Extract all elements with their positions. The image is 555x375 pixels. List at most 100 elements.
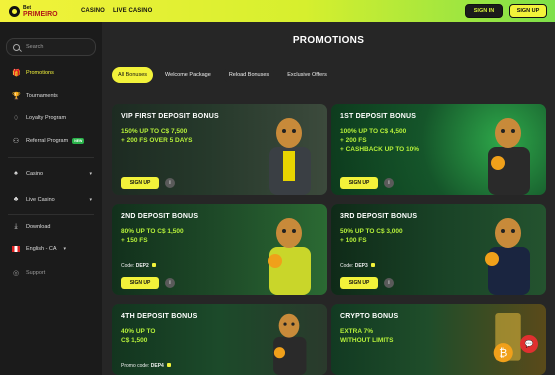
card-title: 3RD DEPOSIT BONUS xyxy=(340,213,418,220)
tab-all-bonuses[interactable]: All Bonuses xyxy=(112,67,154,83)
promo-code-label: Code: xyxy=(121,263,135,269)
sign-up-button[interactable]: SIGN UP xyxy=(509,4,547,18)
jaguar-mascot-image xyxy=(269,118,311,195)
svg-text:₿: ₿ xyxy=(499,347,507,360)
card-offer-line: WITHOUT LIMITS xyxy=(340,337,394,344)
promo-card-first-deposit: 1ST DEPOSIT BONUS 100% UP TO C$ 4,500 + … xyxy=(331,104,546,195)
info-icon[interactable]: i xyxy=(165,178,175,188)
chat-icon[interactable]: 💬 xyxy=(520,335,538,353)
card-offer-line: + 100 FS xyxy=(340,237,367,244)
tab-exclusive-offers[interactable]: Exclusive Offers xyxy=(281,67,333,83)
copy-icon[interactable] xyxy=(370,263,375,267)
promo-code-label: Code: xyxy=(340,263,354,269)
logo-text-bottom: PRIMEIRO xyxy=(23,10,58,18)
canada-flag-icon xyxy=(12,246,20,252)
download-icon: ⤓ xyxy=(14,223,18,230)
search-input[interactable]: Search xyxy=(6,38,96,56)
copy-icon[interactable] xyxy=(166,363,171,367)
sidebar-item-label: Casino xyxy=(26,170,44,177)
sidebar-item-referral[interactable]: ⚇ Referral Program NEW xyxy=(12,137,92,145)
trophy-icon: 🏆 xyxy=(12,93,21,100)
card-offer-line: 80% UP TO C$ 1,500 xyxy=(121,228,184,235)
nav-live-casino[interactable]: LIVE CASINO xyxy=(113,8,152,14)
promo-code-value: DEP2 xyxy=(135,263,149,269)
chevron-down-icon: ▾ xyxy=(89,196,92,203)
top-nav: CASINO LIVE CASINO xyxy=(81,8,152,14)
tab-reload-bonuses[interactable]: Reload Bonuses xyxy=(222,67,276,83)
card-offer-line: + CASHBACK UP TO 10% xyxy=(340,146,420,153)
card-sign-up-button[interactable]: SIGN UP xyxy=(121,277,159,289)
card-title: CRYPTO BONUS xyxy=(340,313,399,320)
sidebar-item-support[interactable]: ◎ Support xyxy=(12,269,92,277)
card-title: 1ST DEPOSIT BONUS xyxy=(340,113,417,120)
sidebar: Search 🎁 Promotions 🏆 Tournaments ♢ Loya… xyxy=(0,22,102,375)
card-sign-up-button[interactable]: SIGN UP xyxy=(340,177,378,189)
sidebar-item-live-casino[interactable]: ♣ Live Casino ▾ xyxy=(12,196,92,203)
promo-code-label: Promo code: xyxy=(121,363,150,369)
sidebar-item-label: Live Casino xyxy=(26,196,55,203)
card-title: VIP FIRST DEPOSIT BONUS xyxy=(121,113,219,120)
card-offer-line: 50% UP TO C$ 3,000 xyxy=(340,228,403,235)
promo-code: Code: DEP2 xyxy=(121,263,156,269)
top-bar: Bet PRIMEIRO CASINO LIVE CASINO SIGN IN … xyxy=(0,0,555,22)
chevron-down-icon: ▾ xyxy=(63,246,66,252)
card-sign-up-button[interactable]: SIGN UP xyxy=(121,177,159,189)
jaguar-mascot-image xyxy=(488,118,530,195)
sidebar-item-promotions[interactable]: 🎁 Promotions xyxy=(12,69,92,77)
copy-icon[interactable] xyxy=(151,263,156,267)
logo-mark-icon xyxy=(9,5,20,17)
main-content: PROMOTIONS All Bonuses Welcome Package R… xyxy=(102,22,555,375)
sidebar-divider xyxy=(8,214,94,215)
card-offer-line: 40% UP TO xyxy=(121,328,156,335)
sidebar-item-label: English - CA xyxy=(26,246,57,252)
info-icon[interactable]: i xyxy=(165,278,175,288)
info-icon[interactable]: i xyxy=(384,178,394,188)
info-icon[interactable]: i xyxy=(384,278,394,288)
sidebar-item-label: Promotions xyxy=(26,70,54,76)
sidebar-item-label: Loyalty Program xyxy=(26,115,67,121)
promo-code: Code: DEP3 xyxy=(340,263,375,269)
chevron-down-icon: ▾ xyxy=(89,170,92,177)
card-offer-line: 100% UP TO C$ 4,500 xyxy=(340,128,407,135)
casino-icon: ♠ xyxy=(14,170,18,177)
promo-code: Promo code: DEP4 xyxy=(121,363,171,369)
sidebar-item-label: Referral Program xyxy=(26,138,69,144)
sidebar-item-casino[interactable]: ♠ Casino ▾ xyxy=(12,170,92,177)
gift-icon: 🎁 xyxy=(12,70,21,77)
sidebar-item-tournaments[interactable]: 🏆 Tournaments xyxy=(12,92,92,100)
promo-code-value: DEP3 xyxy=(354,263,368,269)
tab-welcome-package[interactable]: Welcome Package xyxy=(159,67,217,83)
promo-card-fourth-deposit: 4TH DEPOSIT BONUS 40% UP TO C$ 1,500 Pro… xyxy=(112,304,327,375)
nav-casino[interactable]: CASINO xyxy=(81,8,105,14)
page-title: PROMOTIONS xyxy=(292,35,365,46)
sign-in-button[interactable]: SIGN IN xyxy=(465,4,503,18)
promo-card-second-deposit: 2ND DEPOSIT BONUS 80% UP TO C$ 1,500 + 1… xyxy=(112,204,327,295)
promo-tabs: All Bonuses Welcome Package Reload Bonus… xyxy=(112,67,333,83)
sidebar-divider xyxy=(8,157,94,158)
card-offer-line: + 200 FS OVER 5 DAYS xyxy=(121,137,193,144)
promo-card-third-deposit: 3RD DEPOSIT BONUS 50% UP TO C$ 3,000 + 1… xyxy=(331,204,546,295)
promo-card-vip-first-deposit: VIP FIRST DEPOSIT BONUS 150% UP TO C$ 7,… xyxy=(112,104,327,195)
sidebar-item-label: Support xyxy=(26,270,46,276)
sidebar-item-download[interactable]: ⤓ Download xyxy=(12,223,92,231)
card-offer-line: 150% UP TO C$ 7,500 xyxy=(121,128,188,135)
language-selector[interactable]: English - CA ▾ xyxy=(12,246,92,252)
promo-code-value: DEP4 xyxy=(150,363,164,369)
sidebar-item-loyalty[interactable]: ♢ Loyalty Program xyxy=(12,114,92,122)
brand-logo[interactable]: Bet PRIMEIRO xyxy=(9,5,67,18)
search-placeholder: Search xyxy=(26,44,44,50)
jaguar-mascot-image xyxy=(485,218,530,295)
live-casino-icon: ♣ xyxy=(13,196,19,203)
jaguar-mascot-image xyxy=(273,313,307,375)
referral-icon: ⚇ xyxy=(12,138,20,145)
search-icon xyxy=(13,43,20,51)
card-sign-up-button[interactable]: SIGN UP xyxy=(340,277,378,289)
support-icon: ◎ xyxy=(12,270,20,277)
card-offer-line: C$ 1,500 xyxy=(121,337,148,344)
loyalty-icon: ♢ xyxy=(12,115,20,122)
promo-card-crypto: ₿ CRYPTO BONUS EXTRA 7% WITHOUT LIMITS 💬 xyxy=(331,304,546,375)
new-badge: NEW xyxy=(72,138,85,144)
sidebar-item-label: Download xyxy=(26,224,51,230)
sidebar-item-label: Tournaments xyxy=(26,93,58,99)
card-offer-line: EXTRA 7% xyxy=(340,328,373,335)
